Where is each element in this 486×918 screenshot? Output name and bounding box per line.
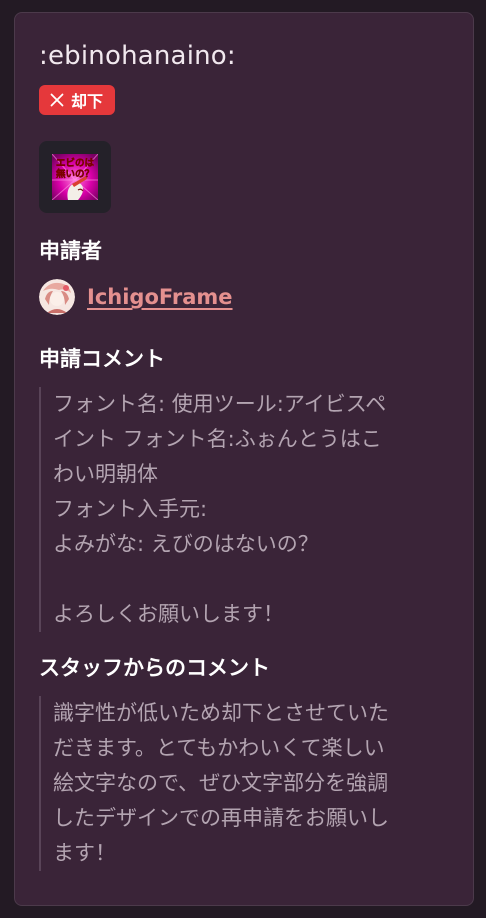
staff-comment-line: だきます。とてもかわいくて楽しい [53,736,385,760]
emoji-image-text-1: エビのは [56,157,95,169]
avatar[interactable] [39,279,75,315]
emoji-image-text-2: 無いの？ [56,168,94,180]
applicant-heading: 申請者 [39,239,102,263]
staff-comment-heading: スタッフからのコメント [39,656,270,680]
request-comment-line: よろしくお願いします！ [53,602,284,626]
close-icon [50,93,64,107]
status-badge: 却下 [39,85,116,115]
emoji-request-card: :ebinohanaino: 却下 エビのは 無いの？ 申請者 IchigoFr… [14,12,474,906]
request-comment-line: よみがな: えびのはないの？ [53,532,319,556]
applicant-username-link[interactable]: IchigoFrame [87,285,233,309]
staff-comment-line: したデザインでの再申請をお願いし [53,806,389,830]
emoji-shortcode: :ebinohanaino: [39,41,236,71]
request-comment-blank-line [53,562,449,597]
staff-comment-line: 絵文字なので、ぜひ文字部分を強調 [53,771,389,795]
request-comment-line: フォント名: 使用ツール:アイビスペ [53,392,387,416]
emoji-preview: エビのは 無いの？ [39,141,111,213]
staff-comment-line: 識字性が低いため却下とさせていた [53,701,389,725]
staff-comment-line: ます！ [53,841,116,865]
emoji-image: エビのは 無いの？ [52,154,98,200]
status-badge-label: 却下 [71,92,104,111]
request-comment-line: わい明朝体 [53,462,158,486]
applicant-row: IchigoFrame [39,279,449,315]
request-comment: フォント名: 使用ツール:アイビスペ イント フォント名:ふぉんとうはこ わい明… [39,387,449,632]
request-comment-line: イント フォント名:ふぉんとうはこ [53,427,382,451]
request-comment-heading: 申請コメント [39,347,165,371]
request-comment-line: フォント入手元: [53,497,208,521]
staff-comment: 識字性が低いため却下とさせていた だきます。とてもかわいくて楽しい 絵文字なので… [39,696,449,871]
